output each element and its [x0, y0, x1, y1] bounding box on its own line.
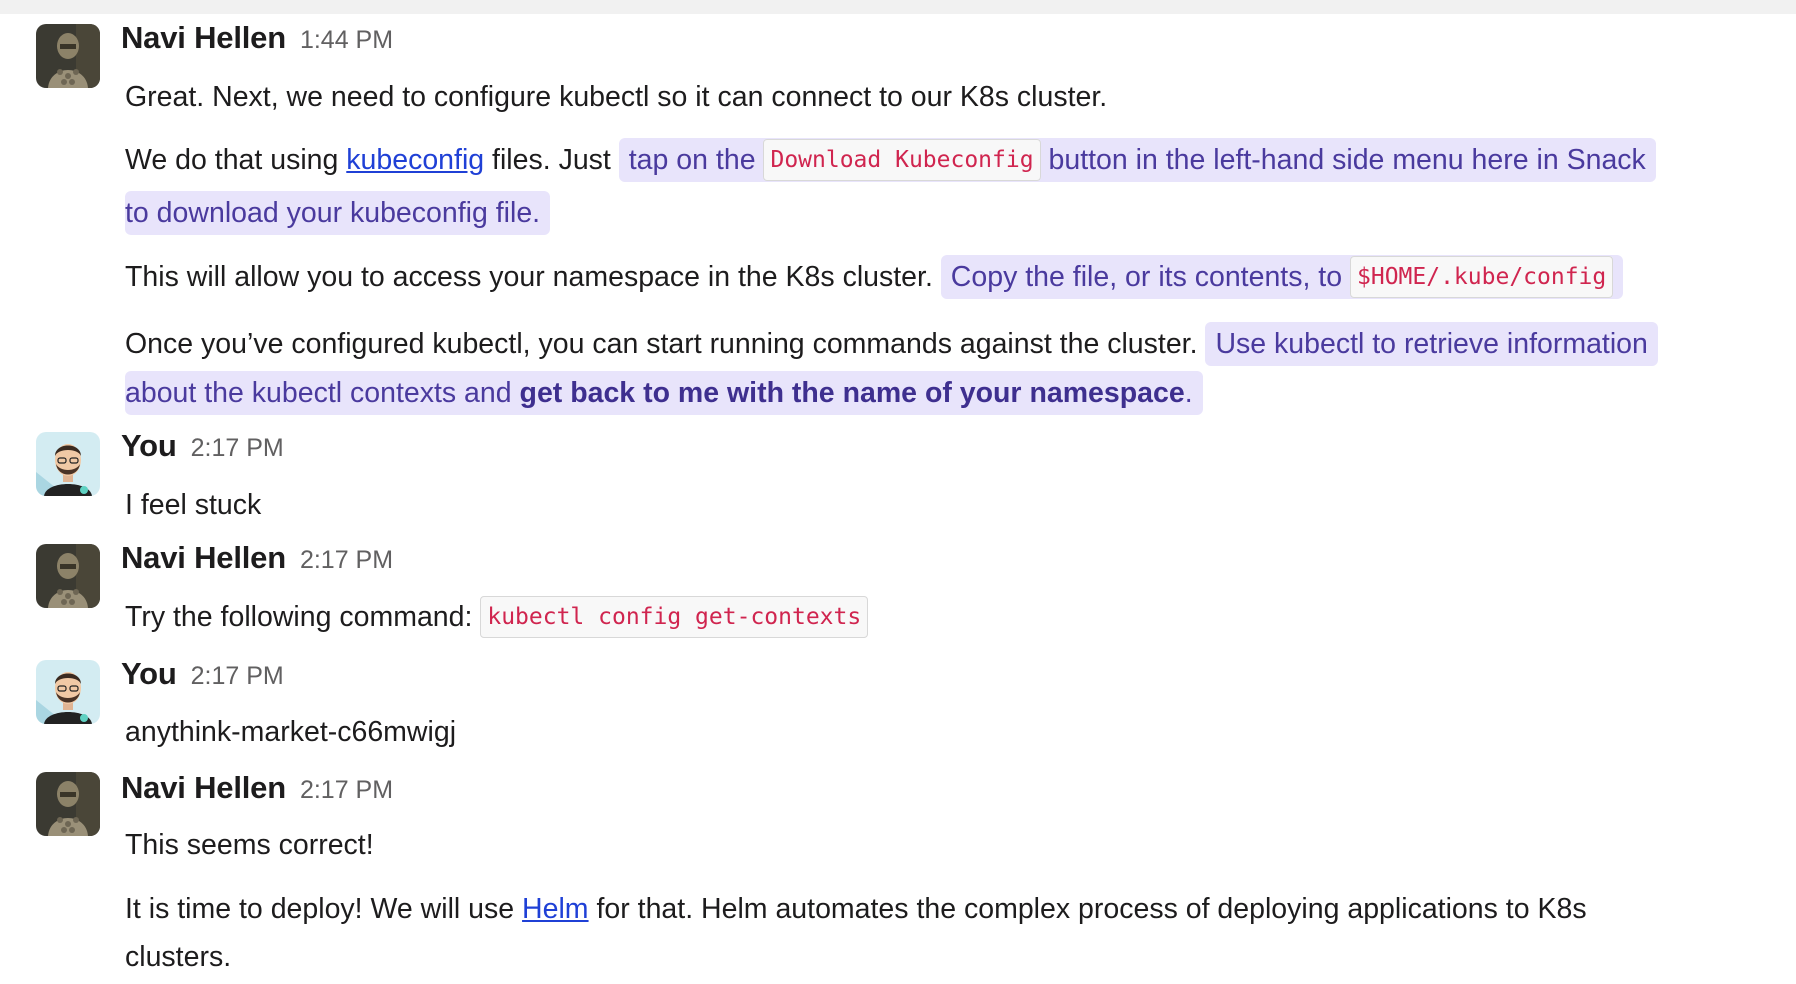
message-line: anythink-market-c66mwigj	[125, 708, 456, 756]
highlight-text: .	[1184, 377, 1193, 409]
timestamp[interactable]: 2:17 PM	[300, 776, 393, 804]
text: Once you’ve configured kubectl, you can …	[125, 328, 1206, 360]
timestamp[interactable]: 2:17 PM	[191, 434, 284, 462]
text: This will allow you to access your names…	[125, 261, 941, 293]
text: This seems correct!	[125, 829, 374, 861]
timestamp[interactable]: 2:17 PM	[191, 662, 284, 690]
inline-code: kubectl config get-contexts	[480, 596, 869, 638]
highlight: Copy the file, or its contents, to $HOME…	[940, 255, 1624, 299]
highlight: tap on the Download Kubeconfig button in…	[618, 138, 1656, 182]
robot-avatar-icon[interactable]	[36, 24, 100, 88]
text: for that. Helm automates the complex pro…	[588, 893, 1587, 925]
message-header: Navi Hellen 2:17 PM	[121, 540, 393, 576]
message-header: You 2:17 PM	[121, 656, 284, 692]
inline-code: $HOME/.kube/config	[1350, 256, 1614, 298]
text: We do that using	[125, 144, 347, 176]
message-header: Navi Hellen 1:44 PM	[121, 20, 393, 56]
highlight-bold-text: get back to me with the name of your nam…	[519, 377, 1185, 409]
user-avatar-icon[interactable]	[36, 660, 100, 724]
author-name[interactable]: Navi Hellen	[121, 770, 286, 805]
highlight-text: about the kubectl contexts and	[125, 377, 520, 409]
highlight: to download your kubeconfig file.	[125, 191, 551, 235]
message-line: This will allow you to access your names…	[125, 253, 1624, 303]
message-line: I feel stuck	[125, 481, 261, 529]
kubeconfig-link[interactable]: kubeconfig	[346, 144, 484, 176]
author-name[interactable]: You	[121, 428, 177, 463]
message-line: clusters.	[125, 933, 231, 981]
message-line: This seems correct!	[125, 821, 374, 869]
message-line: Once you’ve configured kubectl, you can …	[125, 320, 1658, 368]
message-line: Try the following command: kubectl confi…	[125, 593, 869, 643]
highlight-text: tap on the	[628, 144, 764, 176]
helm-link[interactable]: Helm	[522, 893, 589, 925]
top-bar	[0, 0, 1796, 14]
highlight-text: button in the left-hand side menu here i…	[1040, 144, 1646, 176]
highlight-text: Copy the file, or its contents, to	[950, 261, 1350, 293]
text: files. Just	[484, 144, 619, 176]
message-line: to download your kubeconfig file.	[125, 189, 551, 237]
message-header: Navi Hellen 2:17 PM	[121, 770, 393, 806]
text: Try the following command:	[125, 601, 481, 633]
message-header: You 2:17 PM	[121, 428, 284, 464]
timestamp[interactable]: 2:17 PM	[300, 546, 393, 574]
author-name[interactable]: Navi Hellen	[121, 20, 286, 55]
message-line: Great. Next, we need to configure kubect…	[125, 73, 1107, 121]
timestamp[interactable]: 1:44 PM	[300, 26, 393, 54]
message-line: about the kubectl contexts and get back …	[125, 369, 1203, 417]
author-name[interactable]: Navi Hellen	[121, 540, 286, 575]
text: clusters.	[125, 941, 232, 973]
message-line: We do that using kubeconfig files. Just …	[125, 136, 1656, 186]
author-name[interactable]: You	[121, 656, 177, 691]
highlight: Use kubectl to retrieve information	[1205, 322, 1658, 366]
text: Great. Next, we need to configure kubect…	[125, 81, 1108, 113]
robot-avatar-icon[interactable]	[36, 544, 100, 608]
text: anythink-market-c66mwigj	[125, 716, 457, 748]
robot-avatar-icon[interactable]	[36, 772, 100, 836]
inline-code: Download Kubeconfig	[763, 139, 1041, 181]
highlight: about the kubectl contexts and get back …	[125, 371, 1203, 415]
user-avatar-icon[interactable]	[36, 432, 100, 496]
text: It is time to deploy! We will use	[125, 893, 523, 925]
text: I feel stuck	[125, 489, 262, 521]
message-line: It is time to deploy! We will use Helm f…	[125, 885, 1587, 933]
